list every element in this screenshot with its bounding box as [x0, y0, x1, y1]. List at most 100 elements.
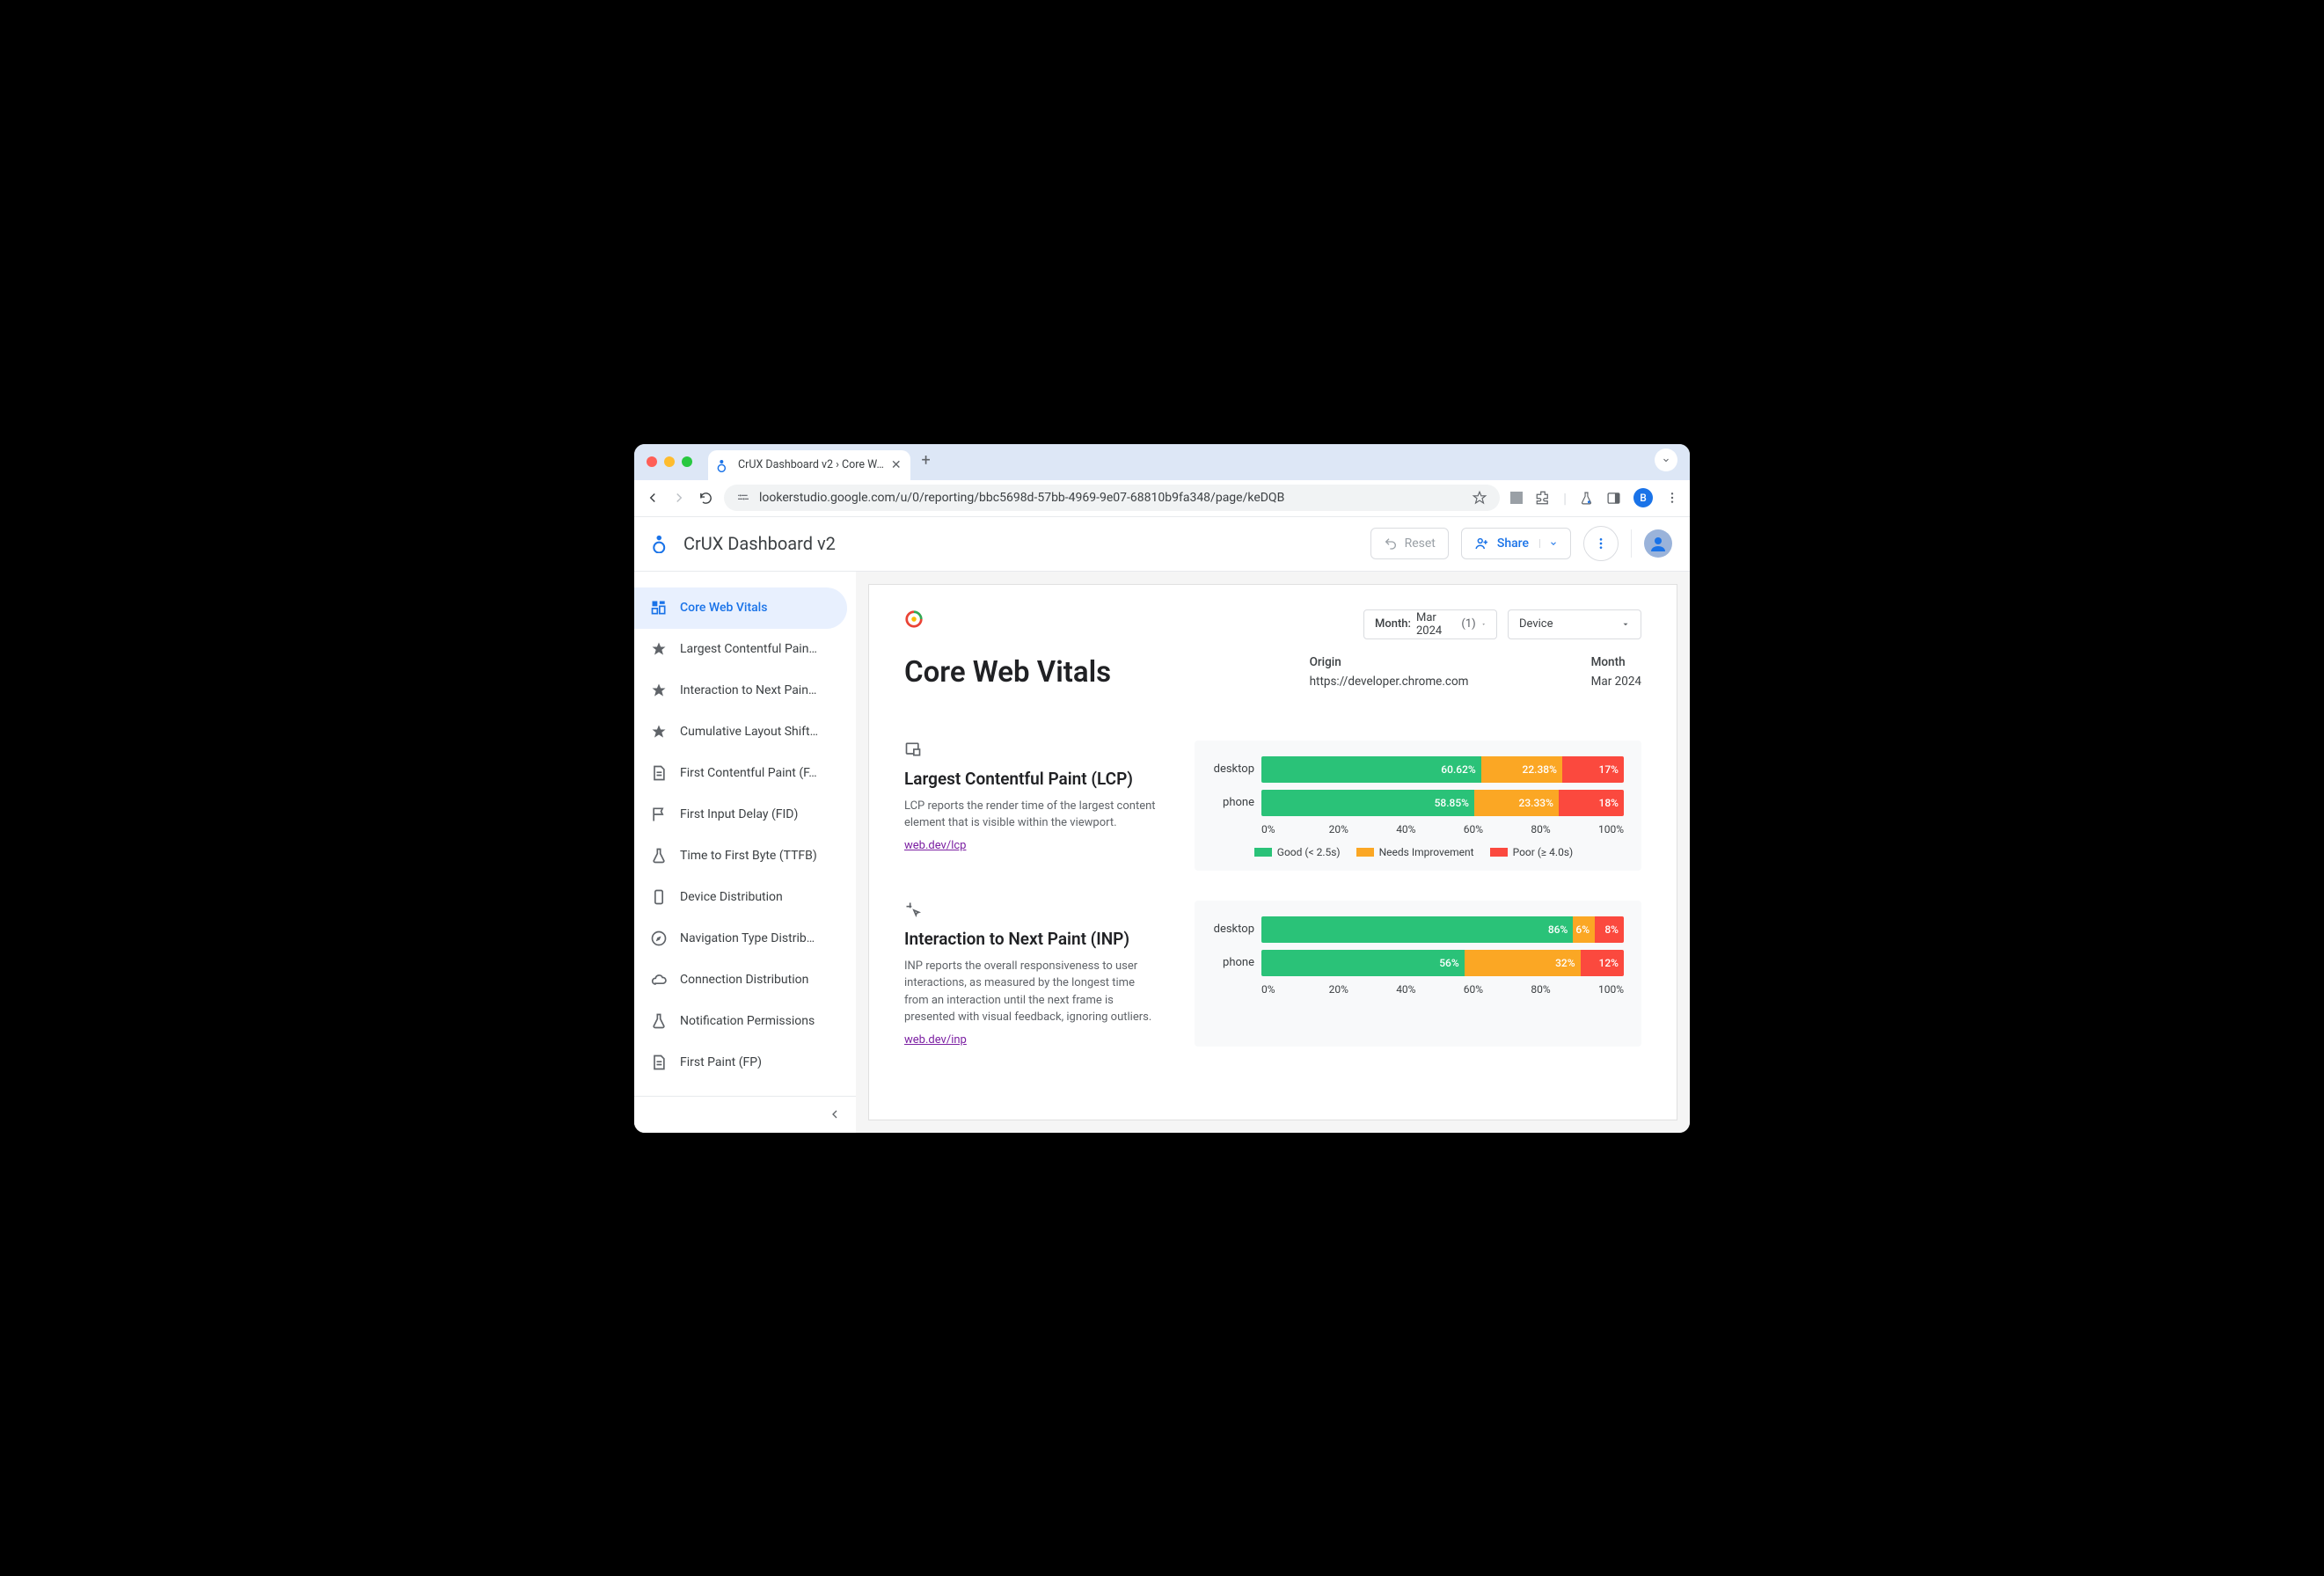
sidebar-item-7[interactable]: Device Distribution: [634, 877, 856, 918]
more-options-button[interactable]: [1583, 526, 1619, 561]
canvas-scroll[interactable]: Month: Mar 2024 (1) Device Core Web: [856, 572, 1690, 1133]
chevron-down-icon: [1661, 455, 1671, 465]
bar-segment: 6%: [1573, 916, 1595, 943]
extension-icon[interactable]: [1510, 492, 1523, 504]
new-tab-button[interactable]: +: [914, 449, 939, 473]
inp-icon: [904, 901, 1159, 918]
reload-button[interactable]: [698, 491, 713, 506]
app-body: Core Web Vitals Largest Contentful Pain… I…: [634, 572, 1690, 1133]
kebab-menu-icon[interactable]: [1665, 491, 1679, 505]
legend-swatch-ni: [1356, 848, 1374, 857]
close-tab-icon[interactable]: ✕: [891, 458, 902, 472]
app-logo-icon: [652, 534, 671, 553]
sidebar-item-9[interactable]: Connection Distribution: [634, 959, 856, 1001]
tab-overflow-button[interactable]: [1655, 449, 1677, 471]
share-button[interactable]: Share: [1461, 528, 1571, 559]
bar-track: 86%6%8%: [1261, 916, 1624, 943]
bar-segment: 32%: [1465, 950, 1581, 976]
sidebar-item-label: Core Web Vitals: [680, 601, 767, 615]
minimize-window-icon[interactable]: [664, 456, 675, 467]
browser-window: CrUX Dashboard v2 › Core W… ✕ + lookerst…: [634, 444, 1690, 1133]
sidebar-item-label: First Contentful Paint (F…: [680, 766, 817, 780]
url-text: lookerstudio.google.com/u/0/reporting/bb…: [759, 491, 1463, 505]
tab-favicon-icon: [717, 458, 731, 472]
sidebar-item-label: Connection Distribution: [680, 973, 808, 987]
sidebar-item-label: Notification Permissions: [680, 1014, 815, 1028]
lcp-chart: desktop60.62%22.38%17% phone58.85%23.33%1…: [1195, 741, 1641, 871]
flask-icon: [650, 1012, 668, 1030]
lcp-icon: [904, 741, 1159, 758]
side-panel-icon[interactable]: [1606, 491, 1621, 506]
bar-label: phone: [1203, 956, 1254, 969]
close-window-icon[interactable]: [647, 456, 657, 467]
sidebar-item-11[interactable]: First Paint (FP): [634, 1042, 856, 1084]
app-title: CrUX Dashboard v2: [683, 533, 836, 554]
sidebar-item-label: Device Distribution: [680, 890, 783, 904]
dashboard-icon: [650, 599, 668, 617]
titlebar: CrUX Dashboard v2 › Core W… ✕ +: [634, 444, 1690, 480]
share-person-icon: [1474, 536, 1490, 551]
device-filter[interactable]: Device: [1508, 609, 1641, 639]
bar-segment: 86%: [1261, 916, 1573, 943]
extensions-area: | B: [1510, 488, 1679, 507]
share-dropdown[interactable]: [1539, 539, 1558, 548]
sidebar-item-label: Largest Contentful Pain…: [680, 642, 817, 656]
labs-flask-icon[interactable]: [1579, 491, 1594, 506]
bar-row: phone58.85%23.33%18%: [1203, 790, 1624, 816]
chevron-left-icon: [828, 1107, 842, 1121]
metric-link[interactable]: web.dev/lcp: [904, 839, 966, 852]
sidebar-item-2[interactable]: Interaction to Next Pain…: [634, 670, 856, 711]
bar-row: desktop60.62%22.38%17%: [1203, 756, 1624, 783]
back-button[interactable]: [645, 490, 661, 506]
legend: Good (< 2.5s) Needs Improvement Poor (≥ …: [1203, 846, 1624, 858]
sidebar-item-1[interactable]: Largest Contentful Pain…: [634, 629, 856, 670]
extensions-icon[interactable]: [1535, 490, 1551, 506]
forward-button[interactable]: [671, 490, 687, 506]
browser-tab[interactable]: CrUX Dashboard v2 › Core W… ✕: [708, 450, 910, 480]
bar-track: 58.85%23.33%18%: [1261, 790, 1624, 816]
caret-down-icon: [1481, 620, 1486, 629]
bar-label: desktop: [1203, 923, 1254, 936]
metric-title: Interaction to Next Paint (INP): [904, 929, 1159, 949]
report-title: Core Web Vitals: [904, 655, 1257, 690]
sidebar-item-4[interactable]: First Contentful Paint (F…: [634, 753, 856, 794]
sidebar-item-label: Time to First Byte (TTFB): [680, 849, 817, 863]
report-canvas: Month: Mar 2024 (1) Device Core Web: [868, 584, 1677, 1120]
sidebar-item-6[interactable]: Time to First Byte (TTFB): [634, 835, 856, 877]
metric-desc: INP reports the overall responsiveness t…: [904, 958, 1159, 1026]
account-avatar[interactable]: [1644, 529, 1672, 558]
site-settings-icon[interactable]: [736, 491, 750, 505]
inp-chart: desktop86%6%8%phone56%32%12% 0%20%40%60%…: [1195, 901, 1641, 1047]
metric-inp: Interaction to Next Paint (INP) INP repo…: [904, 901, 1641, 1047]
bar-segment: 22.38%: [1481, 756, 1562, 783]
sidebar-item-10[interactable]: Notification Permissions: [634, 1001, 856, 1042]
bar-track: 56%32%12%: [1261, 950, 1624, 976]
chevron-down-icon: [1549, 539, 1558, 548]
maximize-window-icon[interactable]: [682, 456, 692, 467]
doc-icon: [650, 1054, 668, 1071]
metric-title: Largest Contentful Paint (LCP): [904, 769, 1159, 789]
legend-swatch-poor: [1490, 848, 1508, 857]
bar-segment: 60.62%: [1261, 756, 1481, 783]
collapse-sidebar-button[interactable]: [634, 1096, 856, 1133]
bar-segment: 8%: [1595, 916, 1624, 943]
bar-segment: 17%: [1562, 756, 1624, 783]
flag-icon: [650, 806, 668, 823]
bar-row: phone 56%32%12%: [1203, 950, 1624, 976]
sidebar-item-8[interactable]: Navigation Type Distrib…: [634, 918, 856, 959]
kebab-menu-icon: [1594, 536, 1608, 551]
url-input[interactable]: lookerstudio.google.com/u/0/reporting/bb…: [724, 485, 1500, 511]
sidebar-item-3[interactable]: Cumulative Layout Shift…: [634, 711, 856, 753]
reset-button[interactable]: Reset: [1370, 528, 1449, 559]
sidebar-item-5[interactable]: First Input Delay (FID): [634, 794, 856, 835]
month-filter[interactable]: Month: Mar 2024 (1): [1363, 609, 1497, 639]
profile-avatar[interactable]: B: [1633, 488, 1653, 507]
person-icon: [1648, 533, 1669, 554]
metric-link[interactable]: web.dev/inp: [904, 1033, 967, 1047]
sidebar-item-label: Interaction to Next Pain…: [680, 683, 816, 697]
flask-icon: [650, 847, 668, 865]
star-icon: [650, 723, 668, 741]
metric-desc: LCP reports the render time of the large…: [904, 798, 1159, 832]
sidebar-item-0[interactable]: Core Web Vitals: [634, 587, 847, 629]
star-icon[interactable]: [1472, 490, 1487, 506]
